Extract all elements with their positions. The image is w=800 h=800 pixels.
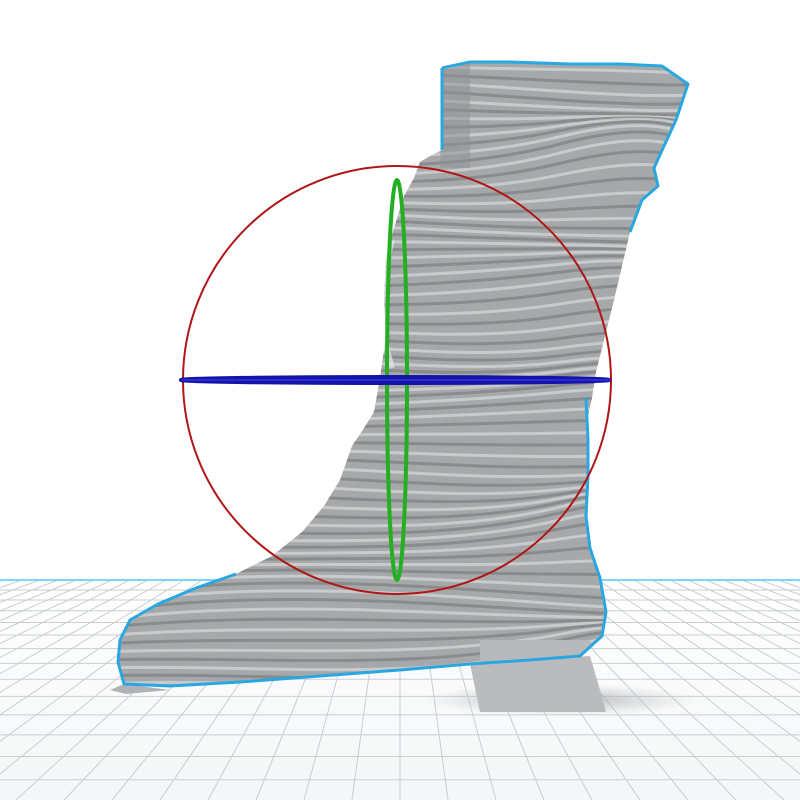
cuff-inner-shade <box>440 64 470 168</box>
heel-extension <box>470 656 606 712</box>
scene-canvas[interactable] <box>0 0 800 800</box>
3d-viewport[interactable] <box>0 0 800 800</box>
